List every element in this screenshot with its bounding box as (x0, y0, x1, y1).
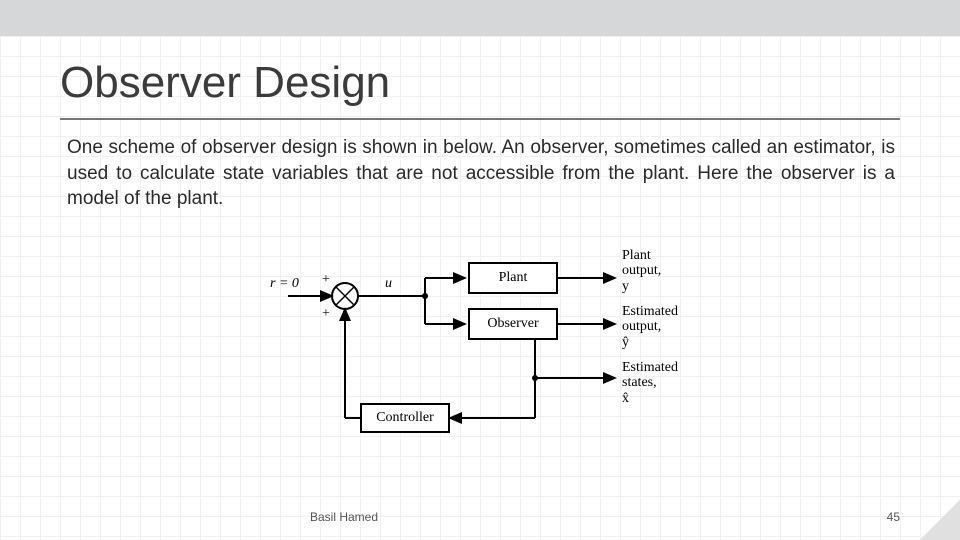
estimated-states-label: Estimated states, x̂ (622, 360, 678, 406)
r-label: r = 0 (270, 276, 299, 291)
plus-bottom: + (322, 306, 330, 321)
estimated-output-label: Estimated output, ŷ (622, 304, 678, 350)
u-label: u (385, 276, 392, 291)
title-underline (60, 118, 900, 120)
slide-title: Observer Design (60, 58, 390, 108)
top-bar (0, 0, 960, 36)
corner-fold-icon (920, 500, 960, 540)
page-number: 45 (887, 510, 900, 524)
plus-top: + (322, 272, 330, 287)
slide: Observer Design One scheme of observer d… (0, 0, 960, 540)
controller-block: Controller (360, 403, 450, 433)
body-text: One scheme of observer design is shown i… (67, 135, 895, 212)
block-diagram: r = 0 + + u Plant Observer Controller Pl… (270, 248, 710, 458)
author-footer: Basil Hamed (310, 510, 378, 524)
plant-output-label: Plant output, y (622, 248, 661, 294)
observer-block: Observer (468, 308, 558, 340)
plant-block: Plant (468, 262, 558, 294)
